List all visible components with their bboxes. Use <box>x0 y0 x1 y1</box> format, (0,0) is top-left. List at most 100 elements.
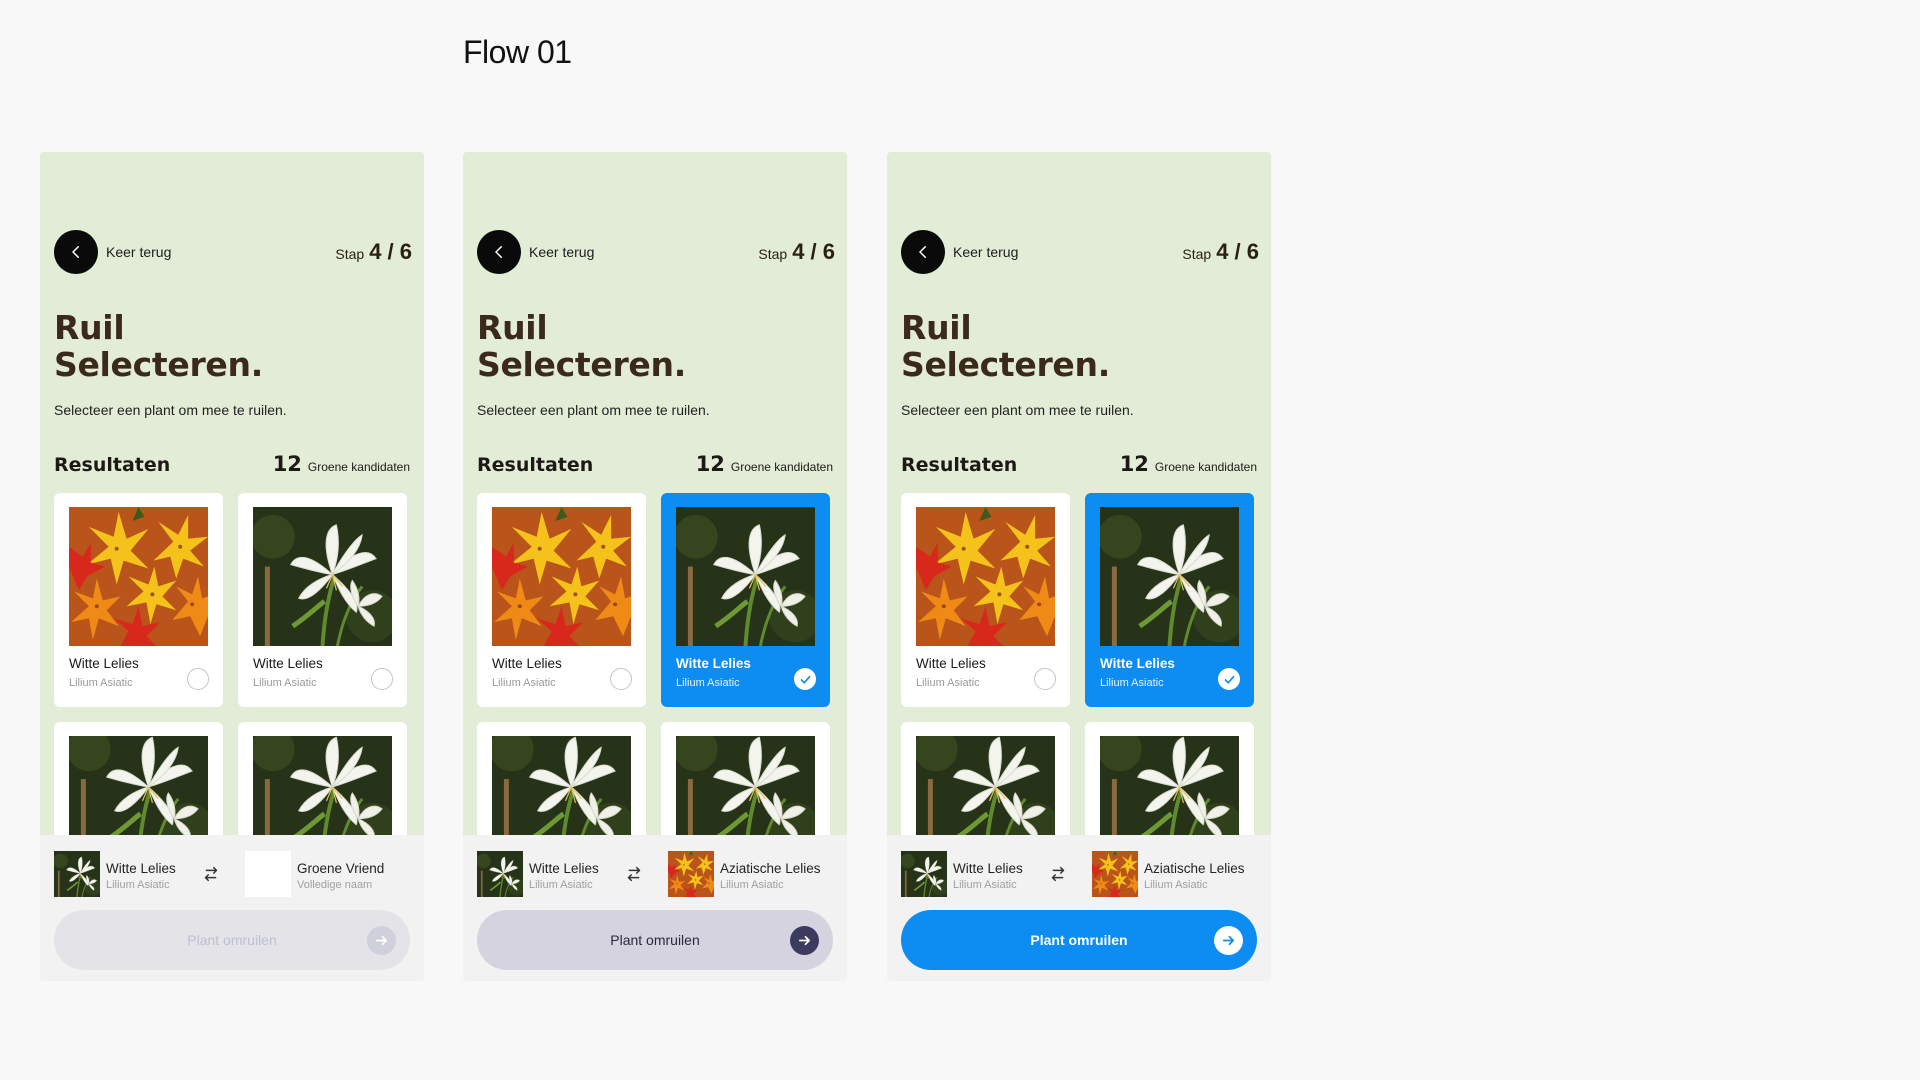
back-label[interactable]: Keer terug <box>529 244 594 260</box>
swap-target-name: Groene Vriend <box>297 861 385 876</box>
swap-summary-panel: Witte Lelies Lilium Asiatic Groene Vriend V… <box>40 835 424 981</box>
plant-scientific-name: Lilium Asiatic <box>676 677 740 689</box>
page-title-line-1: Ruil <box>54 308 125 347</box>
results-count: 12 <box>1119 452 1149 476</box>
step-value: 4 / 6 <box>792 239 835 264</box>
results-header: Resultaten 12 Groene kandidaten <box>901 452 1257 482</box>
plant-card[interactable]: Witte Lelies Lilium Asiatic <box>54 493 223 707</box>
step-indicator: Stap 4 / 6 <box>335 239 412 265</box>
swap-thumbnail-target <box>1092 851 1138 897</box>
plant-card[interactable]: Witte Lelies Lilium Asiatic <box>661 493 830 707</box>
page-subtitle: Selecteer een plant om mee te ruilen. <box>901 402 1134 418</box>
plant-name: Witte Lelies <box>1100 656 1175 671</box>
swap-thumbnail-target <box>668 851 714 897</box>
check-icon <box>800 675 810 684</box>
swap-summary-panel: Witte Lelies Lilium Asiatic Aziatische Lel… <box>887 835 1271 981</box>
results-count: 12 <box>695 452 725 476</box>
swap-row: Witte Lelies Lilium Asiatic Aziatische Lel… <box>477 851 833 897</box>
swap-summary-panel: Witte Lelies Lilium Asiatic Aziatische Lel… <box>463 835 847 981</box>
results-count-label: Groene kandidaten <box>1154 460 1257 474</box>
swap-arrows-icon <box>200 863 222 885</box>
back-button[interactable] <box>477 230 521 274</box>
phone-screen-3: Keer terug Stap 4 / 6 Ruil Selecteren. Select… <box>887 152 1271 981</box>
results-title: Resultaten <box>54 454 171 476</box>
plant-image <box>1100 736 1239 842</box>
results-header: Resultaten 12 Groene kandidaten <box>54 452 410 482</box>
swap-target-sub: Volledige naam <box>297 879 373 891</box>
swap-current-sub: Lilium Asiatic <box>106 879 170 891</box>
swap-plant-button-label: Plant omruilen <box>610 932 700 948</box>
phone-screen-1: Keer terug Stap 4 / 6 Ruil Selecteren. Select… <box>40 152 424 981</box>
swap-plant-button[interactable]: Plant omruilen <box>901 910 1257 970</box>
back-button[interactable] <box>901 230 945 274</box>
swap-current-plant: Witte Lelies Lilium Asiatic <box>106 861 176 891</box>
plant-image <box>69 736 208 842</box>
swap-target-plant: Aziatische Lelies Lilium Asiatic <box>1144 861 1245 891</box>
page-title-line-1: Ruil <box>901 308 972 347</box>
plant-card[interactable]: Witte Lelies Lilium Asiatic <box>901 493 1070 707</box>
plant-image <box>676 736 815 842</box>
arrow-right-icon <box>790 926 819 955</box>
arrow-right-icon <box>367 926 396 955</box>
swap-plant-button[interactable]: Plant omruilen <box>477 910 833 970</box>
plant-card-partial[interactable] <box>901 722 1070 842</box>
swap-thumbnail-current <box>477 851 523 897</box>
swap-row: Witte Lelies Lilium Asiatic Groene Vriend V… <box>54 851 410 897</box>
plant-image <box>69 507 208 646</box>
swap-current-name: Witte Lelies <box>529 861 599 876</box>
top-bar: Keer terug Stap 4 / 6 <box>477 230 835 274</box>
plant-image <box>916 507 1055 646</box>
plant-name: Witte Lelies <box>253 656 323 671</box>
swap-plant-button[interactable]: Plant omruilen <box>54 910 410 970</box>
swap-target-name: Aziatische Lelies <box>720 861 821 876</box>
back-button[interactable] <box>54 230 98 274</box>
plant-image <box>916 736 1055 842</box>
page-title-line-2: Selecteren. <box>477 345 686 384</box>
radio-button[interactable] <box>610 668 632 690</box>
plant-image <box>492 736 631 842</box>
plant-scientific-name: Lilium Asiatic <box>916 677 980 689</box>
plant-card[interactable]: Witte Lelies Lilium Asiatic <box>238 493 407 707</box>
plant-card-partial[interactable] <box>1085 722 1254 842</box>
swap-current-name: Witte Lelies <box>106 861 176 876</box>
plant-card-partial[interactable] <box>54 722 223 842</box>
swap-current-sub: Lilium Asiatic <box>529 879 593 891</box>
swap-thumbnail-current <box>901 851 947 897</box>
plant-scientific-name: Lilium Asiatic <box>69 677 133 689</box>
step-label: Stap <box>1182 246 1212 262</box>
step-value: 4 / 6 <box>1216 239 1259 264</box>
radio-button[interactable] <box>187 668 209 690</box>
step-label: Stap <box>335 246 365 262</box>
step-label: Stap <box>758 246 788 262</box>
swap-row: Witte Lelies Lilium Asiatic Aziatische Lel… <box>901 851 1257 897</box>
radio-checked[interactable] <box>794 668 816 690</box>
radio-checked[interactable] <box>1218 668 1240 690</box>
plant-name: Witte Lelies <box>676 656 751 671</box>
plant-scientific-name: Lilium Asiatic <box>253 677 317 689</box>
plant-image <box>676 507 815 646</box>
plant-card[interactable]: Witte Lelies Lilium Asiatic <box>1085 493 1254 707</box>
plant-scientific-name: Lilium Asiatic <box>492 677 556 689</box>
results-title: Resultaten <box>901 454 1018 476</box>
page-title: Ruil Selecteren. <box>901 309 1231 383</box>
back-label[interactable]: Keer terug <box>106 244 171 260</box>
radio-button[interactable] <box>1034 668 1056 690</box>
swap-arrows-icon <box>1047 863 1069 885</box>
plant-card-partial[interactable] <box>661 722 830 842</box>
step-value: 4 / 6 <box>369 239 412 264</box>
swap-target-plant: Aziatische Lelies Lilium Asiatic <box>720 861 821 891</box>
radio-button[interactable] <box>371 668 393 690</box>
plant-card[interactable]: Witte Lelies Lilium Asiatic <box>477 493 646 707</box>
swap-plant-button-label: Plant omruilen <box>1030 932 1128 948</box>
plant-card-partial[interactable] <box>238 722 407 842</box>
swap-plant-button-label: Plant omruilen <box>187 932 277 948</box>
chevron-left-icon <box>495 246 502 258</box>
swap-current-plant: Witte Lelies Lilium Asiatic <box>529 861 599 891</box>
plant-card-partial[interactable] <box>477 722 646 842</box>
back-label[interactable]: Keer terug <box>953 244 1018 260</box>
plant-image <box>253 736 392 842</box>
page-title-line-2: Selecteren. <box>54 345 263 384</box>
plant-scientific-name: Lilium Asiatic <box>1100 677 1164 689</box>
plant-name: Witte Lelies <box>916 656 986 671</box>
top-bar: Keer terug Stap 4 / 6 <box>901 230 1259 274</box>
